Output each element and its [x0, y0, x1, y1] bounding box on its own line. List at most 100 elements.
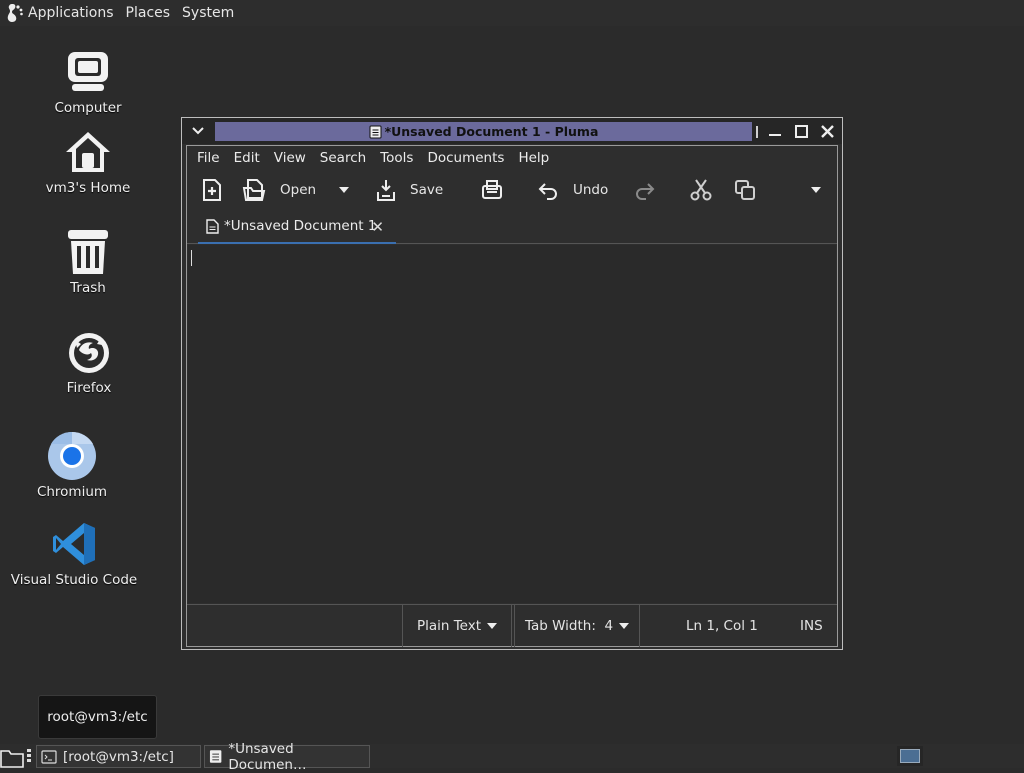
minimize-icon	[769, 134, 781, 136]
text-editor-area[interactable]	[188, 245, 836, 603]
desktop-icon-firefox[interactable]: Firefox	[29, 326, 149, 396]
pluma-window: *Unsaved Document 1 - Pluma File Edit Vi…	[181, 117, 843, 650]
redo-icon	[636, 183, 655, 200]
chevron-down-icon	[192, 127, 204, 135]
terminal-icon	[41, 749, 57, 764]
computer-icon	[62, 46, 114, 98]
menu-tools[interactable]: Tools	[373, 150, 420, 166]
top-panel: Applications Places System	[0, 0, 1024, 26]
tooltip-text: root@vm3:/etc	[47, 709, 148, 725]
titlebar-separator	[756, 126, 758, 138]
new-document-icon	[203, 179, 221, 201]
cursor-position: Ln 1, Col 1	[686, 618, 758, 634]
close-icon	[820, 124, 834, 138]
home-icon	[62, 126, 114, 178]
menubar: File Edit View Search Tools Documents He…	[187, 146, 837, 170]
desktop-icon-home[interactable]: vm3's Home	[28, 126, 148, 196]
desktop-icon-label: vm3's Home	[45, 180, 131, 196]
tab-width-label: Tab Width: 4	[524, 618, 614, 634]
save-button[interactable]: Save	[376, 170, 443, 210]
scissors-icon	[690, 179, 712, 201]
window-titlebar[interactable]: *Unsaved Document 1 - Pluma	[182, 118, 842, 144]
workspace-switcher-1[interactable]	[897, 746, 923, 766]
desktop-icon-chromium[interactable]: Chromium	[12, 430, 132, 500]
document-tab-bar: *Unsaved Document 1 ✕	[187, 210, 837, 244]
open-recent-dropdown[interactable]	[339, 170, 349, 210]
gnome-foot-icon	[7, 4, 23, 22]
caret-down-icon	[811, 187, 821, 193]
toolbar-overflow-button[interactable]	[811, 170, 821, 210]
desktop-icon-label: Firefox	[66, 380, 112, 396]
caret-down-icon	[487, 623, 498, 629]
open-button[interactable]: Open	[242, 170, 316, 210]
places-menu[interactable]: Places	[120, 0, 177, 26]
desktop-icon-trash[interactable]: Trash	[28, 226, 148, 296]
bottom-panel: [root@vm3:/etc] *Unsaved Documen…	[0, 741, 1024, 773]
maximize-icon	[794, 124, 808, 138]
caret-down-icon	[339, 187, 349, 193]
window-title: *Unsaved Document 1 - Pluma	[384, 124, 599, 139]
undo-button[interactable]: Undo	[537, 170, 608, 210]
vscode-icon	[48, 518, 100, 570]
tab-unsaved-document-1[interactable]: *Unsaved Document 1 ✕	[198, 210, 396, 244]
desktop-icon-label: Trash	[70, 280, 106, 296]
window-title-area[interactable]: *Unsaved Document 1 - Pluma	[215, 122, 752, 141]
menu-documents[interactable]: Documents	[420, 150, 511, 166]
show-desktop-icon	[0, 750, 24, 768]
save-icon	[377, 180, 395, 201]
copy-button[interactable]	[734, 170, 756, 210]
desktop-icon-vscode[interactable]: Visual Studio Code	[10, 518, 138, 588]
cut-button[interactable]	[689, 170, 713, 210]
taskbar-item-pluma[interactable]: *Unsaved Documen…	[204, 741, 370, 773]
save-label: Save	[410, 182, 444, 198]
desktop-icon-label: Chromium	[36, 484, 108, 500]
minimize-button[interactable]	[766, 122, 784, 140]
system-label: System	[182, 5, 235, 21]
close-window-button[interactable]	[818, 122, 836, 140]
menu-search[interactable]: Search	[313, 150, 373, 166]
workspace-thumbnail	[900, 749, 920, 763]
menu-view[interactable]: View	[267, 150, 313, 166]
desktop-icon-label: Visual Studio Code	[10, 572, 138, 588]
window-menu-button[interactable]	[182, 118, 214, 144]
language-label: Plain Text	[416, 618, 482, 634]
copy-icon	[735, 180, 755, 200]
print-icon	[482, 180, 502, 199]
caret-down-icon	[619, 623, 630, 629]
tab-close-button[interactable]: ✕	[371, 218, 384, 236]
panel-handle[interactable]	[27, 749, 32, 763]
chromium-icon	[46, 430, 98, 482]
applications-label: Applications	[28, 5, 114, 21]
insert-mode: INS	[800, 618, 823, 634]
places-label: Places	[125, 5, 171, 21]
taskbar-tooltip: root@vm3:/etc	[38, 695, 157, 739]
document-icon	[369, 125, 382, 138]
undo-label: Undo	[573, 182, 609, 198]
menu-help[interactable]: Help	[511, 150, 556, 166]
desktop-icon-computer[interactable]: Computer	[28, 46, 148, 116]
firefox-icon	[63, 326, 115, 378]
statusbar: Plain Text Tab Width: 4 Ln 1, Col 1 INS	[187, 604, 837, 647]
maximize-button[interactable]	[792, 122, 810, 140]
redo-button[interactable]	[634, 170, 656, 210]
applications-menu[interactable]: Applications	[0, 0, 120, 26]
new-document-button[interactable]	[201, 170, 223, 210]
menu-file[interactable]: File	[190, 150, 227, 166]
undo-icon	[538, 183, 557, 200]
window-content: File Edit View Search Tools Documents He…	[186, 145, 838, 647]
desktop-icon-label: Computer	[54, 100, 122, 116]
tab-width-selector[interactable]: Tab Width: 4	[514, 605, 640, 647]
tab-label: *Unsaved Document 1	[224, 218, 377, 234]
workspace-switcher-2[interactable]	[958, 746, 984, 766]
document-icon	[209, 750, 222, 763]
open-label: Open	[280, 182, 317, 198]
menu-edit[interactable]: Edit	[227, 150, 267, 166]
print-button[interactable]	[480, 170, 504, 210]
taskbar-item-label: [root@vm3:/etc]	[63, 748, 174, 765]
show-desktop-button[interactable]	[0, 746, 24, 772]
open-document-icon	[242, 179, 266, 201]
language-selector[interactable]: Plain Text	[402, 605, 512, 647]
system-menu[interactable]: System	[176, 0, 240, 26]
taskbar-item-terminal[interactable]: [root@vm3:/etc]	[36, 745, 201, 768]
trash-icon	[62, 226, 114, 278]
